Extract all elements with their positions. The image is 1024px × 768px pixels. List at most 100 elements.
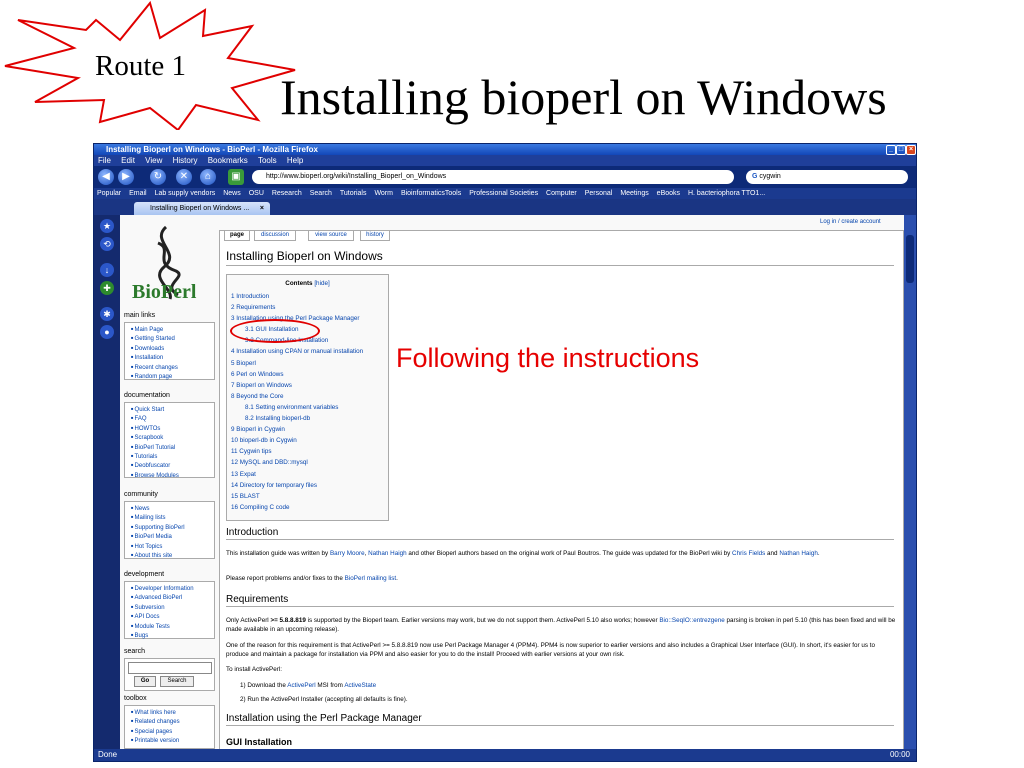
sidebar-link[interactable]: Quick Start bbox=[131, 405, 214, 414]
menu-help[interactable]: Help bbox=[287, 156, 303, 165]
sidebar-link[interactable]: Mailing lists bbox=[131, 513, 214, 522]
menu-file[interactable]: File bbox=[98, 156, 111, 165]
sidebar-link[interactable]: BioPerl Media bbox=[131, 532, 214, 541]
bookmark-item[interactable]: Email bbox=[129, 190, 147, 197]
activestate-link[interactable]: ActiveState bbox=[344, 682, 376, 689]
menu-view[interactable]: View bbox=[145, 156, 162, 165]
sidebar-link[interactable]: Random page bbox=[131, 372, 214, 381]
bookmark-item[interactable]: OSU bbox=[249, 190, 264, 197]
sidebar-link[interactable]: FAQ bbox=[131, 414, 214, 423]
bookmark-item[interactable]: Professional Societies bbox=[469, 190, 538, 197]
bookmark-item[interactable]: eBooks bbox=[657, 190, 680, 197]
gear-icon[interactable]: ✱ bbox=[100, 307, 114, 321]
bookmark-item[interactable]: BioinformaticsTools bbox=[401, 190, 461, 197]
sidebar-link[interactable]: Getting Started bbox=[131, 334, 214, 343]
scrollbar-thumb[interactable] bbox=[906, 235, 914, 283]
back-icon[interactable]: ◀ bbox=[98, 169, 114, 185]
activeperl-link[interactable]: ActivePerl bbox=[287, 682, 315, 689]
toc-item[interactable]: 6 Perl on Windows bbox=[231, 369, 388, 380]
search-box[interactable]: G cygwin bbox=[746, 170, 908, 184]
menu-bookmarks[interactable]: Bookmarks bbox=[208, 156, 248, 165]
download-icon[interactable]: ↓ bbox=[100, 263, 114, 277]
browser-tab[interactable]: Installing Bioperl on Windows ... × bbox=[134, 202, 270, 215]
toc-item[interactable]: 12 MySQL and DBD::mysql bbox=[231, 457, 388, 468]
sidebar-link[interactable]: BioPerl Tutorial bbox=[131, 443, 214, 452]
bookmark-item[interactable]: Computer bbox=[546, 190, 577, 197]
author-link[interactable]: Chris Fields bbox=[732, 550, 765, 557]
sidebar-link[interactable]: HOWTOs bbox=[131, 424, 214, 433]
tab-view-source[interactable]: view source bbox=[308, 230, 354, 241]
author-link[interactable]: Nathan Haigh bbox=[368, 550, 407, 557]
toc-item[interactable]: 4 Installation using CPAN or manual inst… bbox=[231, 346, 388, 357]
toc-hide-link[interactable]: [hide] bbox=[314, 280, 329, 287]
addon-icon[interactable]: ▣ bbox=[228, 169, 244, 185]
sidebar-link[interactable]: Tutorials bbox=[131, 452, 214, 461]
tab-history[interactable]: history bbox=[360, 230, 390, 241]
author-link[interactable]: Nathan Haigh bbox=[779, 550, 818, 557]
minimize-icon[interactable]: _ bbox=[886, 145, 896, 155]
toc-item[interactable]: 14 Directory for temporary files bbox=[231, 480, 388, 491]
toc-item[interactable]: 8.1 Setting environment variables bbox=[245, 402, 388, 413]
sidebar-link[interactable]: About this site bbox=[131, 551, 214, 560]
addon-icon[interactable]: ✚ bbox=[100, 281, 114, 295]
toc-item[interactable]: 16 Compiling C code bbox=[231, 502, 388, 513]
history-icon[interactable]: ⟲ bbox=[100, 237, 114, 251]
go-button[interactable]: Go bbox=[134, 676, 156, 687]
bookmark-item[interactable]: News bbox=[223, 190, 241, 197]
bookmark-item[interactable]: Worm bbox=[374, 190, 393, 197]
home-icon[interactable]: ⌂ bbox=[200, 169, 216, 185]
bookmark-item[interactable]: Lab supply vendors bbox=[155, 190, 216, 197]
menu-edit[interactable]: Edit bbox=[121, 156, 135, 165]
sidebar-link[interactable]: Related changes bbox=[131, 717, 214, 726]
star-icon[interactable]: ★ bbox=[100, 219, 114, 233]
stop-icon[interactable]: ✕ bbox=[176, 169, 192, 185]
sidebar-link[interactable]: Developer Information bbox=[131, 584, 214, 593]
bookmark-item[interactable]: Popular bbox=[97, 190, 121, 197]
toc-item[interactable]: 2 Requirements bbox=[231, 302, 388, 313]
sidebar-link[interactable]: Advanced BioPerl bbox=[131, 593, 214, 602]
sidebar-link[interactable]: Supporting BioPerl bbox=[131, 523, 214, 532]
forward-icon[interactable]: ▶ bbox=[118, 169, 134, 185]
tab-page[interactable]: page bbox=[224, 230, 250, 241]
sidebar-link[interactable]: Downloads bbox=[131, 344, 214, 353]
toc-item[interactable]: 13 Expat bbox=[231, 469, 388, 480]
search-button[interactable]: Search bbox=[160, 676, 194, 687]
sidebar-link[interactable]: Browse Modules bbox=[131, 471, 214, 480]
sidebar-link[interactable]: Hot Topics bbox=[131, 542, 214, 551]
toc-item[interactable]: 7 Bioperl on Windows bbox=[231, 380, 388, 391]
author-link[interactable]: Barry Moore bbox=[330, 550, 365, 557]
menu-tools[interactable]: Tools bbox=[258, 156, 277, 165]
toc-item[interactable]: 9 Bioperl in Cygwin bbox=[231, 424, 388, 435]
sidebar-link[interactable]: Bugs bbox=[131, 631, 214, 640]
login-link[interactable]: Log in / create account bbox=[820, 219, 881, 225]
tab-close-icon[interactable]: × bbox=[260, 202, 264, 215]
sidebar-link[interactable]: Printable version bbox=[131, 736, 214, 745]
toc-item[interactable]: 8 Beyond the Core bbox=[231, 391, 388, 402]
reload-icon[interactable]: ↻ bbox=[150, 169, 166, 185]
tab-discussion[interactable]: discussion bbox=[254, 230, 296, 241]
sidebar-link[interactable]: Recent changes bbox=[131, 363, 214, 372]
scrollbar[interactable] bbox=[904, 215, 916, 753]
toc-item[interactable]: 11 Cygwin tips bbox=[231, 446, 388, 457]
toc-item[interactable]: 15 BLAST bbox=[231, 491, 388, 502]
url-bar[interactable]: http://www.bioperl.org/wiki/Installing_B… bbox=[252, 170, 734, 184]
sidebar-link[interactable]: What links here bbox=[131, 708, 214, 717]
toc-item[interactable]: 8.2 Installing bioperl-db bbox=[245, 413, 388, 424]
bookmark-item[interactable]: Tutorials bbox=[340, 190, 367, 197]
toc-item[interactable]: 5 Bioperl bbox=[231, 358, 388, 369]
bookmark-item[interactable]: Personal bbox=[585, 190, 613, 197]
sidebar-link[interactable]: Module Tests bbox=[131, 622, 214, 631]
bookmark-item[interactable]: H. bacteriophora TTO1... bbox=[688, 190, 765, 197]
toc-item[interactable]: 1 Introduction bbox=[231, 291, 388, 302]
sidebar-link[interactable]: Scrapbook bbox=[131, 433, 214, 442]
sidebar-link[interactable]: API Docs bbox=[131, 612, 214, 621]
sidebar-link[interactable]: Subversion bbox=[131, 603, 214, 612]
sidebar-link[interactable]: News bbox=[131, 504, 214, 513]
sidebar-link[interactable]: Deobfuscator bbox=[131, 461, 214, 470]
bookmark-item[interactable]: Search bbox=[310, 190, 332, 197]
close-icon[interactable]: × bbox=[906, 145, 916, 155]
sidebar-link[interactable]: Special pages bbox=[131, 727, 214, 736]
sidebar-link[interactable]: Main Page bbox=[131, 325, 214, 334]
chat-icon[interactable]: ● bbox=[100, 325, 114, 339]
wiki-search-input[interactable] bbox=[128, 662, 212, 674]
